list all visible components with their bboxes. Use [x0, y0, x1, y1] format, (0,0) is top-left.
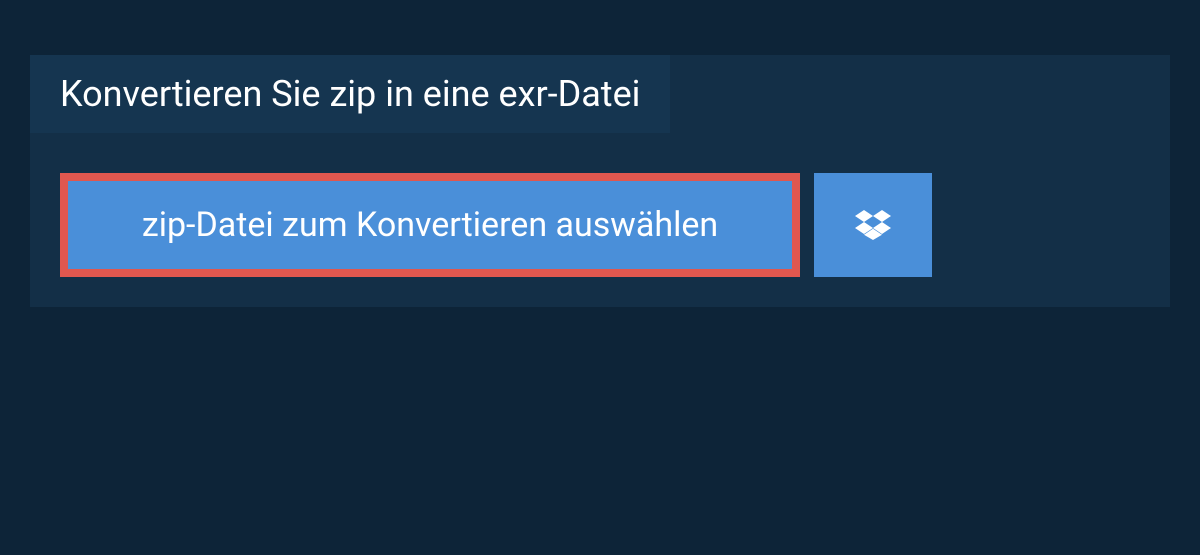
choose-file-label: zip-Datei zum Konvertieren auswählen [142, 205, 718, 245]
title-text: Konvertieren Sie zip in eine exr-Datei [60, 73, 640, 115]
converter-panel: Konvertieren Sie zip in eine exr-Datei z… [30, 55, 1170, 307]
choose-file-button[interactable]: zip-Datei zum Konvertieren auswählen [60, 173, 800, 277]
dropbox-icon [855, 207, 891, 243]
page-title: Konvertieren Sie zip in eine exr-Datei [30, 55, 670, 133]
dropbox-button[interactable] [814, 173, 932, 277]
button-row: zip-Datei zum Konvertieren auswählen [60, 173, 1140, 277]
